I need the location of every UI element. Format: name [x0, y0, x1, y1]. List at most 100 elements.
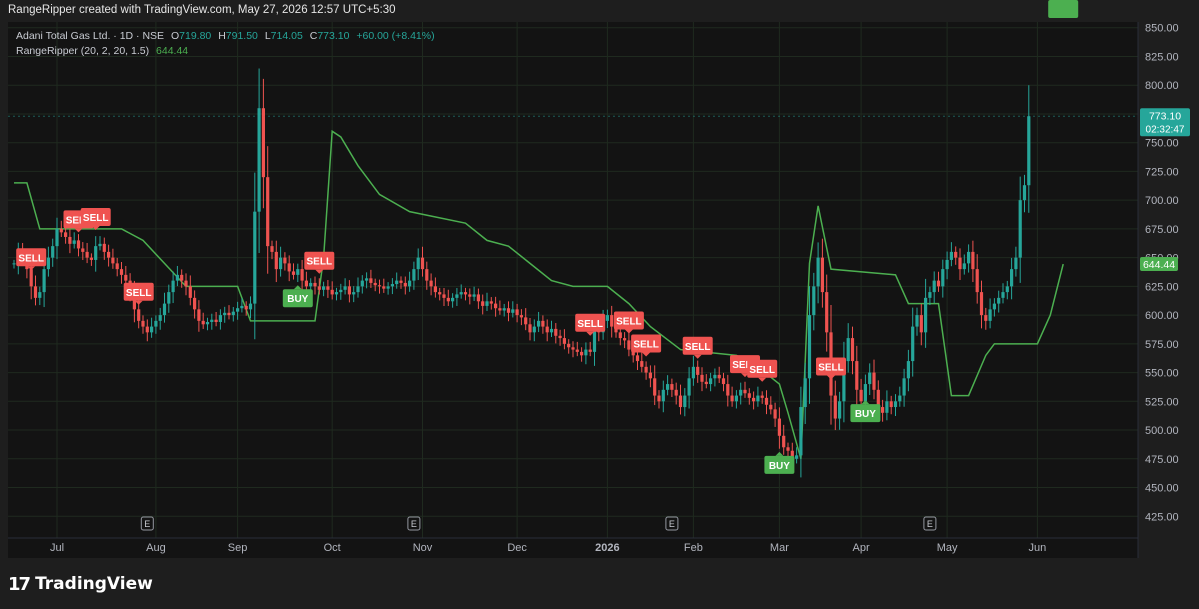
y-tick-label: 675.00 — [1145, 224, 1179, 236]
candle — [472, 294, 476, 297]
candle — [154, 320, 158, 327]
signal-label: SELL — [83, 213, 109, 224]
candle — [562, 338, 566, 344]
x-tick-label: May — [937, 542, 958, 554]
candle — [304, 280, 308, 287]
candle — [1014, 257, 1018, 270]
candle — [446, 297, 450, 302]
candle — [111, 257, 115, 264]
candle — [455, 294, 459, 298]
candle — [971, 251, 975, 270]
candle — [408, 280, 412, 287]
candle — [184, 280, 188, 287]
tradingview-logo-text: TradingView — [35, 574, 153, 594]
candle — [489, 301, 493, 304]
candle — [554, 328, 558, 336]
candle — [760, 395, 764, 398]
candle — [85, 251, 89, 258]
indicator-badge: 644.44 — [1140, 257, 1178, 272]
candle — [911, 326, 915, 362]
candle — [687, 378, 691, 396]
sell-signal: SELL — [682, 336, 713, 359]
candle — [365, 278, 369, 281]
price-badge-value: 773.10 — [1149, 110, 1181, 122]
candle — [893, 401, 898, 408]
x-tick-label: Sep — [228, 542, 248, 554]
candle — [141, 320, 145, 327]
sell-signal: SELL — [631, 334, 662, 357]
candle — [623, 338, 627, 341]
candle — [64, 232, 68, 237]
y-tick-label: 550.00 — [1145, 368, 1179, 380]
candle — [889, 401, 893, 408]
candle — [115, 263, 119, 270]
candle — [107, 251, 111, 258]
x-tick-label: Nov — [413, 542, 433, 554]
x-tick-label: 2026 — [595, 542, 619, 554]
candle — [924, 297, 928, 333]
candle — [640, 361, 644, 367]
candle — [476, 294, 480, 302]
candle — [296, 269, 300, 275]
candle — [283, 257, 287, 264]
candle — [545, 326, 549, 333]
candle — [872, 372, 876, 390]
candle — [833, 395, 837, 419]
candle — [162, 303, 167, 316]
candle — [524, 317, 528, 325]
buy-signal: BUY — [764, 451, 795, 474]
candle — [463, 292, 468, 295]
candle — [936, 280, 941, 287]
candle — [885, 401, 889, 413]
price-chart[interactable]: SELL SELL SELL SELL SELL SELL SELL SELL SELL SELL… — [0, 0, 1199, 609]
change-value: +60.00 (+8.41%) — [356, 30, 435, 42]
candle — [605, 315, 609, 321]
candle — [898, 395, 902, 402]
candle — [752, 397, 756, 402]
candle — [485, 301, 489, 306]
close-value: 773.10 — [317, 30, 350, 42]
candle — [352, 292, 356, 295]
candle — [984, 315, 988, 321]
candle — [958, 257, 962, 270]
candle — [532, 326, 536, 333]
candle — [502, 308, 506, 311]
candle — [481, 301, 485, 306]
candle — [291, 271, 296, 275]
x-tick-label: Feb — [684, 542, 703, 554]
candle — [1001, 292, 1005, 298]
candle — [188, 286, 192, 298]
candle — [799, 407, 803, 456]
candle — [373, 282, 377, 286]
candle — [253, 211, 257, 304]
candle — [610, 315, 614, 327]
candle — [627, 340, 631, 350]
candle — [721, 378, 726, 385]
y-tick-label: 450.00 — [1145, 483, 1179, 495]
candle — [683, 395, 687, 408]
candle — [274, 251, 278, 270]
tradingview-logo[interactable]: 17 TradingView — [8, 572, 153, 596]
y-tick-label: 800.00 — [1145, 80, 1179, 92]
candle — [1010, 269, 1014, 287]
candle — [515, 309, 519, 316]
candle — [696, 366, 700, 375]
candle — [29, 269, 33, 287]
indicator-legend[interactable]: RangeRipper (20, 2, 20, 1.5) 644.44 — [16, 45, 188, 57]
candle — [902, 378, 906, 396]
candle — [713, 374, 717, 379]
candle — [739, 389, 743, 396]
candle — [997, 297, 1001, 304]
x-tick-label: Oct — [324, 542, 341, 554]
candle — [709, 378, 713, 385]
candle — [967, 251, 971, 264]
y-tick-label: 575.00 — [1145, 339, 1179, 351]
symbol-legend[interactable]: Adani Total Gas Ltd. · 1D · NSE O719.80 … — [16, 30, 435, 42]
candle — [309, 282, 313, 287]
signal-label: BUY — [1053, 0, 1074, 3]
x-tick-label: Dec — [507, 542, 527, 554]
candle — [747, 393, 751, 398]
signal-label: BUY — [769, 461, 790, 472]
candle — [537, 320, 541, 327]
candle — [326, 286, 330, 290]
